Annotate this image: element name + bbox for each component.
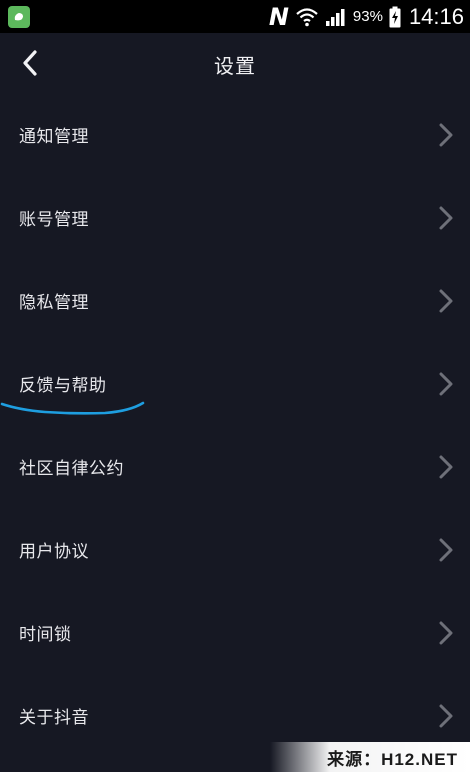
status-indicators: N 93% 14:16 <box>269 0 464 33</box>
chevron-right-icon <box>439 621 453 644</box>
menu-item-label: 社区自律公约 <box>19 459 124 479</box>
chevron-right-icon <box>439 455 453 478</box>
menu-item-label: 用户协议 <box>19 542 89 562</box>
menu-item-community-guidelines[interactable]: 社区自律公约 <box>0 425 470 508</box>
menu-item-label: 隐私管理 <box>19 293 89 313</box>
nfc-icon: N <box>268 2 289 31</box>
settings-menu-list: 通知管理 账号管理 隐私管理 反馈与帮助 社区自律公约 用户协议 时间锁 关于抖… <box>0 93 470 757</box>
menu-item-label: 通知管理 <box>19 127 89 147</box>
chevron-right-icon <box>439 123 453 146</box>
menu-item-notification-management[interactable]: 通知管理 <box>0 93 470 176</box>
signal-icon <box>325 8 345 26</box>
battery-charging-icon <box>389 6 401 27</box>
menu-item-label: 关于抖音 <box>19 708 89 728</box>
source-watermark: 来源：H12.NET <box>270 742 470 772</box>
header-bar: 设置 <box>0 33 470 93</box>
wifi-icon <box>296 7 318 26</box>
app-notification-icon <box>8 6 30 28</box>
chevron-right-icon <box>439 538 453 561</box>
status-clock: 14:16 <box>408 3 464 29</box>
watermark-text: 来源：H12.NET <box>327 749 458 769</box>
menu-item-label: 反馈与帮助 <box>19 376 107 396</box>
chevron-right-icon <box>439 372 453 395</box>
chevron-right-icon <box>439 289 453 312</box>
menu-item-account-management[interactable]: 账号管理 <box>0 176 470 259</box>
menu-item-label: 账号管理 <box>19 210 89 230</box>
menu-item-feedback-help[interactable]: 反馈与帮助 <box>0 342 470 425</box>
menu-item-user-agreement[interactable]: 用户协议 <box>0 508 470 591</box>
menu-item-label: 时间锁 <box>19 625 72 645</box>
status-bar: N 93% 14:16 <box>0 0 470 33</box>
menu-item-time-lock[interactable]: 时间锁 <box>0 591 470 674</box>
page-title: 设置 <box>214 54 256 78</box>
menu-item-privacy-management[interactable]: 隐私管理 <box>0 259 470 342</box>
chevron-right-icon <box>439 704 453 727</box>
chevron-right-icon <box>439 206 453 229</box>
battery-percent: 93% <box>352 8 383 25</box>
